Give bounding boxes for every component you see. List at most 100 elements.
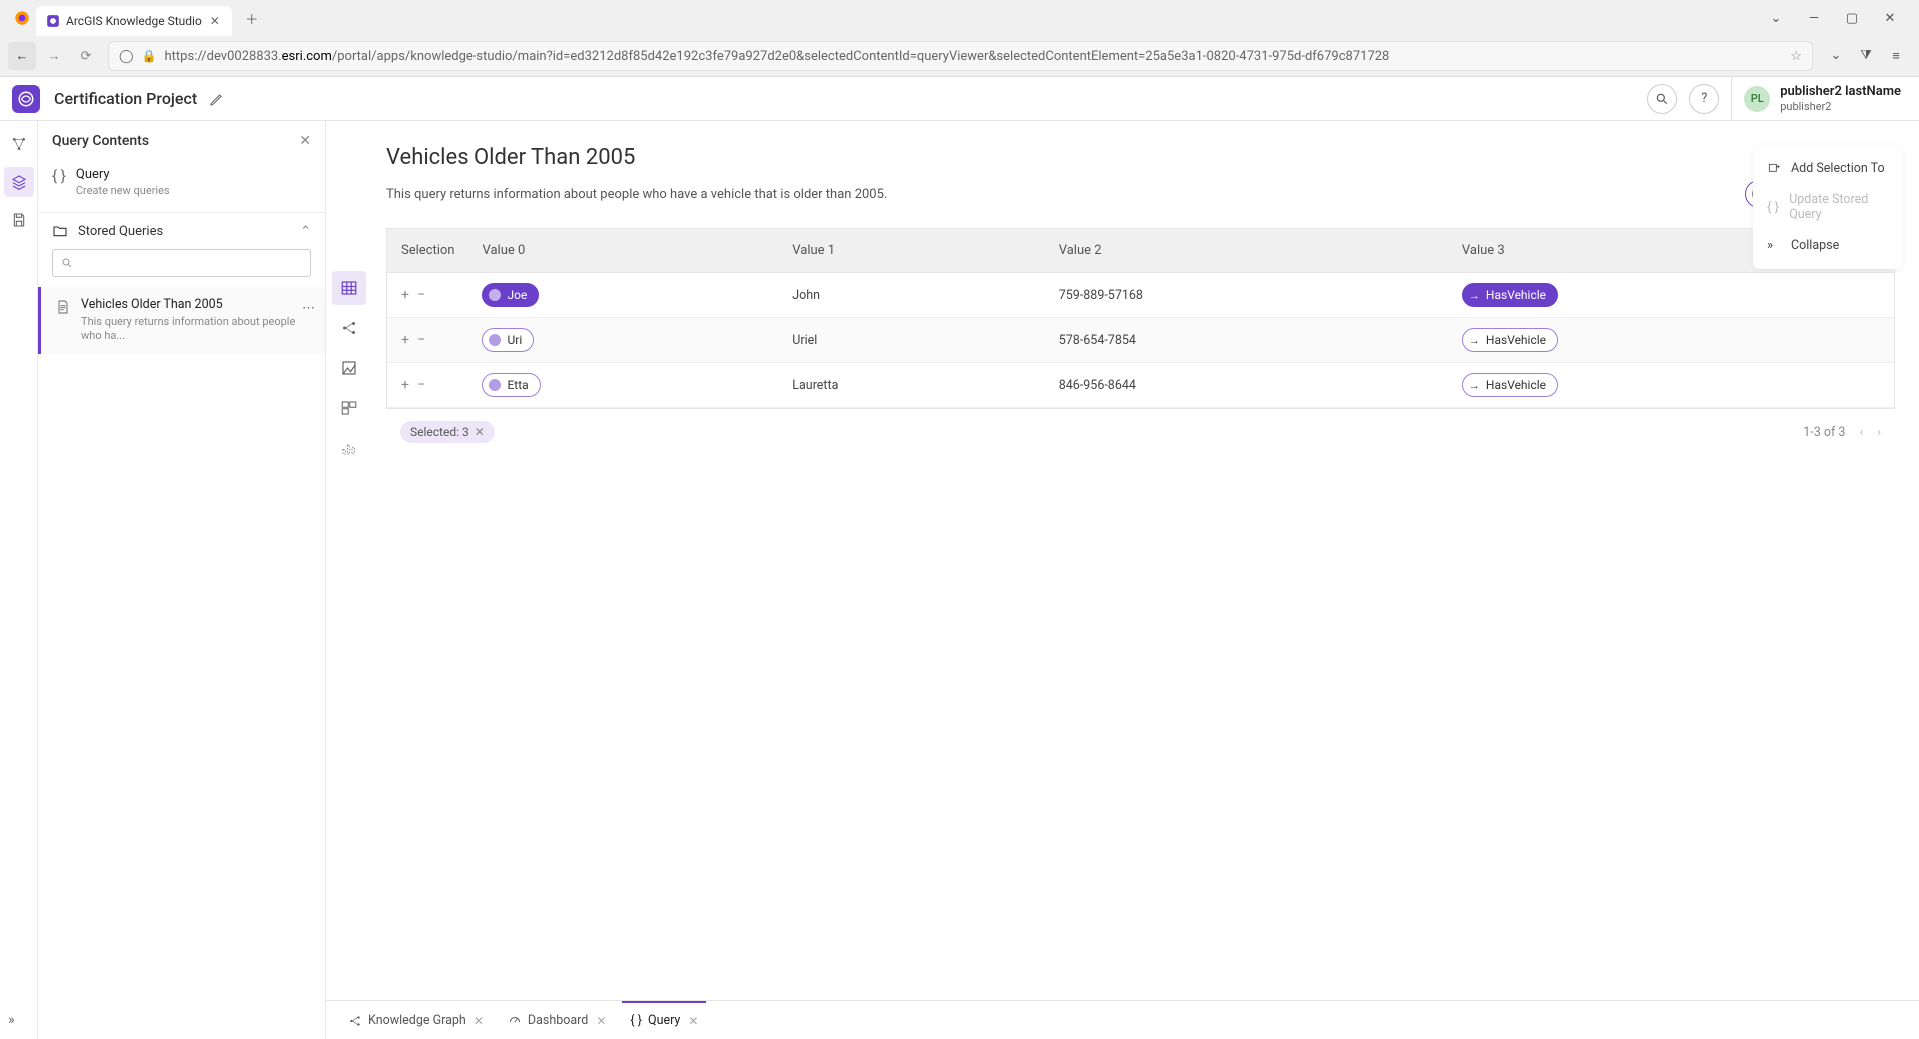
table-row[interactable]: +−JoeJohn759-889-57168→HasVehicle <box>387 273 1894 318</box>
remove-from-selection-icon[interactable]: − <box>417 287 425 303</box>
edit-icon[interactable] <box>209 91 225 107</box>
selected-count-chip[interactable]: Selected: 3 ✕ <box>400 421 495 443</box>
close-panel-icon[interactable]: ✕ <box>299 133 311 149</box>
view-rail <box>326 121 372 1039</box>
search-button[interactable] <box>1647 84 1677 114</box>
braces-icon: { } <box>52 167 66 198</box>
table-footer: Selected: 3 ✕ 1-3 of 3 ‹ › <box>386 409 1895 455</box>
close-tab-icon[interactable]: ✕ <box>596 1014 606 1028</box>
add-to-selection-icon[interactable]: + <box>401 332 409 348</box>
table-row[interactable]: +−UriUriel578-654-7854→HasVehicle <box>387 318 1894 363</box>
entity-dot-icon <box>489 334 501 346</box>
col-value2[interactable]: Value 2 <box>1045 229 1448 273</box>
col-value0[interactable]: Value 0 <box>468 229 778 273</box>
close-window-button[interactable]: ✕ <box>1881 11 1899 26</box>
reload-button[interactable]: ⟳ <box>72 42 100 70</box>
remove-from-selection-icon[interactable]: − <box>417 377 425 393</box>
card-view-button[interactable] <box>332 391 366 425</box>
browser-toolbar-icons: ⌄ ⧩ ≡ <box>1821 48 1911 64</box>
hamburger-icon[interactable]: ≡ <box>1887 48 1905 64</box>
create-query-button[interactable]: { } Query Create new queries <box>38 161 325 212</box>
col-selection[interactable]: Selection <box>387 229 468 273</box>
relationship-pill[interactable]: →HasVehicle <box>1462 328 1558 352</box>
selection-cell: +− <box>401 377 454 393</box>
url-field[interactable]: ◯ 🔒 https://dev0028833.esri.com/portal/a… <box>108 41 1813 71</box>
table-row[interactable]: +−EttaLauretta846-956-8644→HasVehicle <box>387 363 1894 408</box>
new-tab-button[interactable]: ＋ <box>240 6 264 30</box>
create-query-title: Query <box>76 167 170 184</box>
collapse-panel-button[interactable]: » Collapse <box>1753 230 1903 261</box>
remove-from-selection-icon[interactable]: − <box>417 332 425 348</box>
main: Vehicles Older Than 2005 This query retu… <box>372 121 1919 1039</box>
stored-queries-search[interactable] <box>52 249 311 277</box>
search-icon <box>61 257 73 269</box>
stored-query-item[interactable]: Vehicles Older Than 2005 This query retu… <box>38 287 325 354</box>
col-value1[interactable]: Value 1 <box>778 229 1044 273</box>
rail-layers-icon[interactable] <box>4 167 34 197</box>
person-pill[interactable]: Etta <box>482 373 540 397</box>
stored-queries-header[interactable]: Stored Queries ⌃ <box>38 212 325 249</box>
lock-icon: 🔒 <box>142 49 157 63</box>
histogram-view-button[interactable] <box>332 431 366 465</box>
create-query-sub: Create new queries <box>76 184 170 198</box>
person-pill[interactable]: Uri <box>482 328 534 352</box>
value2-cell: 578-654-7854 <box>1045 318 1448 363</box>
close-tab-icon[interactable]: ✕ <box>688 1014 698 1028</box>
table-view-button[interactable] <box>332 271 366 305</box>
add-to-selection-icon[interactable]: + <box>401 287 409 303</box>
back-button[interactable]: ← <box>8 42 36 70</box>
extensions-icon[interactable]: ⧩ <box>1857 48 1875 64</box>
braces-icon: { } <box>630 1013 642 1028</box>
browser-chrome: ArcGIS Knowledge Studio ✕ ＋ ⌄ ― ▢ ✕ ← → … <box>0 0 1919 77</box>
selection-cell: +− <box>401 287 454 303</box>
tab-kg-label: Knowledge Graph <box>368 1013 466 1028</box>
project-title: Certification Project <box>54 89 197 108</box>
rail-save-icon[interactable] <box>4 205 34 235</box>
help-button[interactable]: ? <box>1689 84 1719 114</box>
arrow-right-icon: → <box>1469 289 1480 302</box>
query-contents-panel: Query Contents ✕ { } Query Create new qu… <box>38 121 326 1039</box>
next-page-button[interactable]: › <box>1877 425 1881 440</box>
header-divider <box>1731 77 1732 121</box>
more-icon[interactable]: ⋯ <box>302 301 315 316</box>
chevron-down-icon[interactable]: ⌄ <box>1767 11 1785 26</box>
map-view-button[interactable] <box>332 351 366 385</box>
user-subname: publisher2 <box>1780 100 1901 113</box>
results-table: Selection Value 0 Value 1 Value 2 Value … <box>386 228 1895 409</box>
minimize-button[interactable]: ― <box>1805 11 1823 26</box>
rail-graph-icon[interactable] <box>4 129 34 159</box>
tab-knowledge-graph[interactable]: Knowledge Graph ✕ <box>340 1001 492 1039</box>
expand-rail-icon[interactable]: » <box>8 1012 15 1028</box>
add-selection-to-button[interactable]: Add Selection To <box>1753 153 1903 184</box>
close-tab-icon[interactable]: ✕ <box>208 14 222 28</box>
close-tab-icon[interactable]: ✕ <box>474 1014 484 1028</box>
graph-view-button[interactable] <box>332 311 366 345</box>
relationship-pill[interactable]: →HasVehicle <box>1462 373 1558 397</box>
maximize-button[interactable]: ▢ <box>1843 11 1861 26</box>
browser-tab[interactable]: ArcGIS Knowledge Studio ✕ <box>36 6 232 36</box>
dashboard-icon <box>508 1014 522 1028</box>
bookmark-star-icon[interactable]: ☆ <box>1790 49 1802 64</box>
tab-query[interactable]: { } Query ✕ <box>622 1001 706 1039</box>
clear-selection-icon[interactable]: ✕ <box>475 425 485 439</box>
browser-tab-bar: ArcGIS Knowledge Studio ✕ ＋ ⌄ ― ▢ ✕ <box>0 0 1919 36</box>
nav-buttons: ← → ⟳ <box>8 42 100 70</box>
person-pill[interactable]: Joe <box>482 283 539 307</box>
relationship-pill[interactable]: →HasVehicle <box>1462 283 1558 307</box>
left-rail <box>0 121 38 1039</box>
window-controls: ⌄ ― ▢ ✕ <box>1767 11 1911 26</box>
tab-dashboard[interactable]: Dashboard ✕ <box>500 1001 615 1039</box>
add-to-selection-icon[interactable]: + <box>401 377 409 393</box>
user-block[interactable]: PL publisher2 lastName publisher2 <box>1744 84 1907 113</box>
user-name: publisher2 lastName <box>1780 84 1901 100</box>
pocket-icon[interactable]: ⌄ <box>1827 48 1845 64</box>
header-right: ? PL publisher2 lastName publisher2 <box>1647 77 1907 121</box>
value1-cell: John <box>778 273 1044 318</box>
add-to-icon <box>1767 162 1781 176</box>
graph-icon <box>348 1014 362 1028</box>
prev-page-button[interactable]: ‹ <box>1859 425 1863 440</box>
entity-dot-icon <box>489 289 501 301</box>
firefox-icon <box>14 10 30 26</box>
arrow-right-icon: → <box>1469 334 1480 347</box>
app-logo[interactable] <box>12 85 40 113</box>
